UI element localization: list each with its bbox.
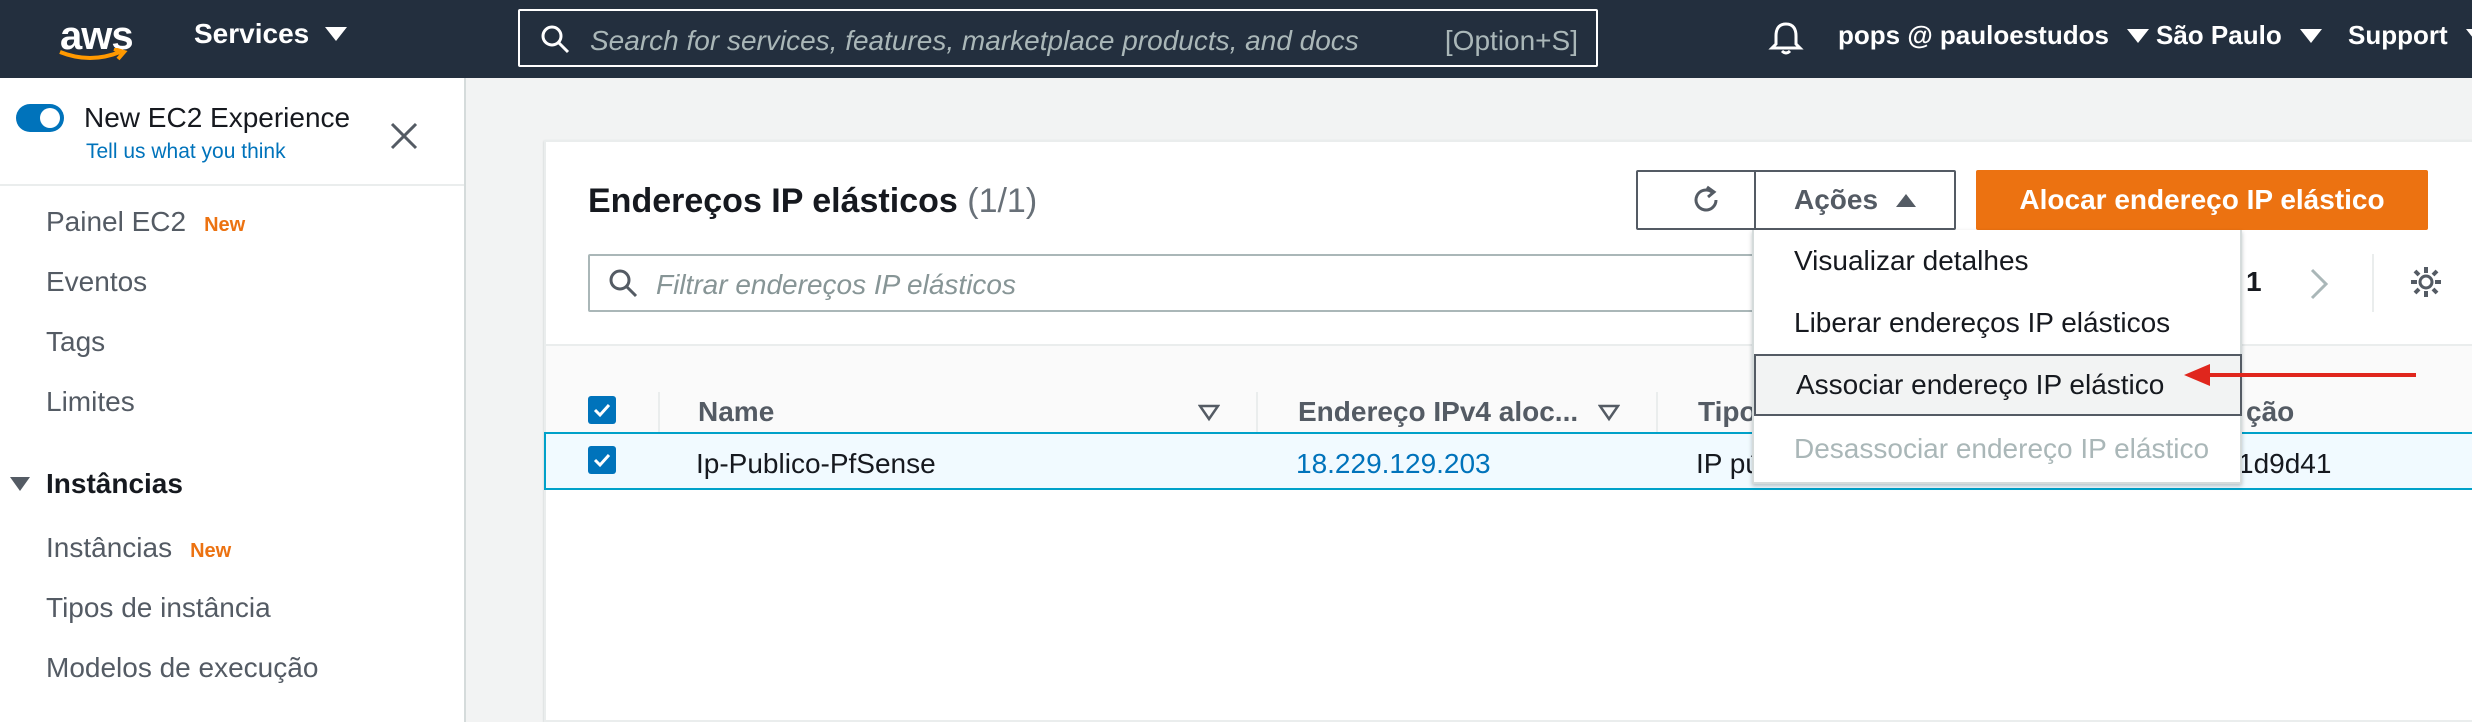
aws-logo[interactable]: aws (52, 14, 134, 64)
global-search[interactable]: Search for services, features, marketpla… (518, 9, 1598, 67)
page-number[interactable]: 1 (2246, 266, 2262, 298)
column-header-partial[interactable]: ção (2246, 396, 2294, 428)
menu-item-label: Visualizar detalhes (1794, 245, 2029, 276)
sidebar-item-label: Modelos de execução (46, 652, 319, 683)
new-experience-toggle[interactable] (16, 104, 64, 132)
checkmark-icon (593, 403, 611, 418)
support-label: Support (2348, 20, 2448, 50)
bell-icon[interactable] (1768, 20, 1804, 56)
filter-placeholder: Filtrar endereços IP elásticos (656, 269, 1016, 300)
caret-down-icon (2299, 28, 2322, 43)
sidebar-item-painel-ec2[interactable]: Painel EC2 New (46, 206, 245, 238)
expand-icon (10, 477, 30, 491)
actions-label: Ações (1793, 184, 1879, 215)
search-icon (609, 269, 638, 298)
panel-title-text: Endereços IP elásticos (588, 182, 958, 220)
column-header-type[interactable]: Tipo (1698, 396, 1757, 428)
search-placeholder: Search for services, features, marketpla… (590, 25, 1359, 56)
chevron-right-icon[interactable] (2306, 266, 2332, 302)
actions-dropdown-menu: Visualizar detalhes Liberar endereços IP… (1752, 230, 2242, 484)
caret-down-icon (2465, 28, 2472, 43)
menu-item-label: Desassociar endereço IP elástico (1794, 433, 2210, 464)
sidebar-item-label: Tags (46, 326, 106, 357)
cell-ipv4-link[interactable]: 18.229.129.203 (1296, 448, 1491, 480)
caret-down-icon (325, 27, 348, 41)
filter-input[interactable]: Filtrar endereços IP elásticos (588, 254, 1788, 312)
column-header-name[interactable]: Name (698, 396, 774, 428)
section-label: Instâncias (46, 468, 183, 499)
sort-icon[interactable] (1598, 404, 1620, 422)
settings-gear-icon[interactable] (2408, 264, 2444, 300)
menu-item-view-details[interactable]: Visualizar detalhes (1754, 230, 2240, 292)
experience-title: New EC2 Experience (84, 102, 351, 133)
feedback-link[interactable]: Tell us what you think (86, 140, 286, 164)
support-menu[interactable]: Support (2348, 20, 2472, 51)
menu-item-label: Associar endereço IP elástico (1796, 369, 2165, 400)
allocate-elastic-ip-button[interactable]: Alocar endereço IP elástico (1976, 170, 2428, 230)
caret-up-icon (1896, 193, 1917, 207)
sidebar-item-label: Painel EC2 (46, 206, 187, 237)
region-label: São Paulo (2156, 20, 2282, 50)
cell-association: 1d9d41 (2238, 448, 2332, 479)
menu-item-disassociate-address: Desassociar endereço IP elástico (1754, 418, 2240, 480)
menu-item-associate-address[interactable]: Associar endereço IP elástico (1754, 354, 2242, 416)
services-menu[interactable]: Services (194, 18, 348, 50)
sidebar-item-label: Tipos de instância (46, 592, 271, 623)
column-header-ipv4[interactable]: Endereço IPv4 aloc... (1298, 396, 1578, 428)
cell-name: Ip-Publico-PfSense (696, 448, 936, 479)
menu-item-label: Liberar endereços IP elásticos (1794, 307, 2171, 338)
column-separator (1256, 392, 1258, 436)
search-icon (541, 25, 570, 54)
account-label: pops @ pauloestudos (1838, 20, 2109, 50)
column-separator (658, 392, 660, 436)
sort-icon[interactable] (1198, 404, 1220, 422)
top-nav: aws Services Search for services, featur… (0, 0, 2472, 78)
new-badge: New (204, 214, 246, 236)
page-title: Endereços IP elásticos (1/1) (588, 182, 1037, 221)
region-menu[interactable]: São Paulo (2156, 20, 2322, 51)
checkmark-icon (593, 453, 611, 468)
account-menu[interactable]: pops @ pauloestudos (1838, 20, 2149, 51)
select-all-checkbox[interactable] (588, 396, 616, 424)
sidebar-item-eventos[interactable]: Eventos (46, 266, 147, 298)
new-badge: New (190, 540, 232, 562)
elastic-ip-panel: Endereços IP elásticos (1/1) Ações Aloca… (544, 140, 2472, 722)
aws-smile-icon (59, 48, 128, 61)
sidebar-item-tags[interactable]: Tags (46, 326, 105, 358)
actions-button[interactable]: Ações (1754, 170, 1956, 230)
panel-count: (1/1) (967, 182, 1038, 220)
divider (2372, 254, 2374, 312)
sidebar-item-limites[interactable]: Limites (46, 386, 135, 418)
sidebar-section-instancias[interactable]: Instâncias (10, 468, 183, 500)
menu-item-release-addresses[interactable]: Liberar endereços IP elásticos (1754, 292, 2240, 354)
sidebar-item-label: Instâncias (46, 532, 173, 563)
allocate-label: Alocar endereço IP elástico (2019, 184, 2385, 215)
refresh-icon (1694, 185, 1718, 212)
sidebar-item-tipos-de-instancia[interactable]: Tipos de instância (46, 592, 271, 624)
services-label: Services (194, 18, 310, 49)
sidebar: New EC2 Experience Tell us what you thin… (0, 78, 466, 722)
caret-down-icon (2126, 28, 2149, 43)
sidebar-item-instancias[interactable]: Instâncias New (46, 532, 231, 564)
sidebar-item-label: Eventos (46, 266, 148, 297)
annotation-arrow-icon (2184, 364, 2416, 386)
search-shortcut: [Option+S] (1444, 25, 1578, 56)
sidebar-item-label: Limites (46, 386, 135, 417)
column-separator (1656, 392, 1658, 436)
sidebar-item-modelos-de-execucao[interactable]: Modelos de execução (46, 652, 318, 684)
divider (0, 184, 464, 186)
row-checkbox[interactable] (588, 446, 616, 474)
close-icon[interactable] (388, 120, 420, 152)
